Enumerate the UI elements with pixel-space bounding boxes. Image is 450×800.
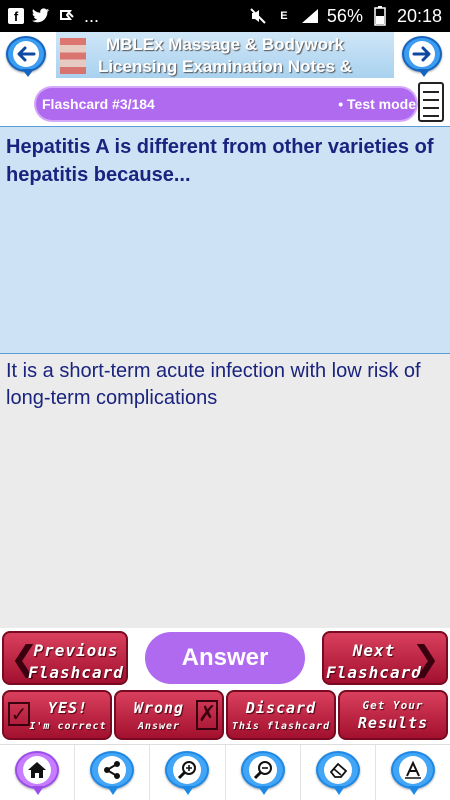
card-info-bar: Flashcard #3/184 • Test mode (0, 78, 450, 126)
previous-sublabel: Flashcard (28, 663, 124, 682)
forward-button[interactable] (402, 36, 442, 78)
previous-flashcard-button[interactable]: ❮ Previous Flashcard (2, 631, 128, 685)
toolbar-zoom-out[interactable] (226, 745, 301, 800)
arrow-right-icon (409, 41, 435, 67)
twitter-icon (32, 7, 50, 25)
share-icon (98, 756, 127, 784)
results-label: Results (357, 714, 429, 732)
get-results-button[interactable]: Get Your Results (338, 690, 448, 740)
notification-icon (58, 7, 76, 25)
toolbar-zoom-in[interactable] (150, 745, 226, 800)
results-prelabel: Get Your (362, 699, 424, 712)
arrow-left-icon (13, 41, 39, 67)
previous-label: Previous (33, 641, 119, 660)
navigation-row: ❮ Previous Flashcard Answer Next Flashca… (0, 628, 450, 688)
discard-flashcard-button[interactable]: Discard This flashcard (226, 690, 336, 740)
zoom-out-icon (248, 756, 277, 784)
ad-banner[interactable]: MBLEx Massage & Bodywork Licensing Exami… (56, 32, 394, 78)
wrong-answer-button[interactable]: Wrong Answer ✗ (114, 690, 224, 740)
status-overflow: ... (84, 5, 100, 26)
banner-title-line2: Licensing Examination Notes & (97, 57, 353, 76)
battery-percent: 56% (326, 5, 363, 26)
app-header: MBLEx Massage & Bodywork Licensing Exami… (0, 32, 450, 78)
yes-correct-button[interactable]: ✓ YES! I'm correct (2, 690, 112, 740)
banner-title-line1: MBLEx Massage & Bodywork (105, 35, 345, 54)
eraser-icon (323, 756, 352, 784)
answer-panel: It is a short-term acute infection with … (0, 354, 450, 628)
back-button[interactable] (6, 36, 46, 78)
yes-label: YES! (47, 699, 89, 717)
signal-icon (301, 7, 319, 25)
status-bar: f ... E 56% 20:18 (0, 0, 450, 32)
home-icon (23, 756, 52, 784)
status-right: E 56% 20:18 (249, 6, 442, 27)
font-icon (398, 756, 427, 784)
next-flashcard-button[interactable]: Next Flashcard ❯ (322, 631, 448, 685)
chevron-right-icon: ❯ (411, 639, 441, 679)
clock: 20:18 (396, 5, 442, 26)
x-mark-icon: ✗ (196, 700, 218, 730)
flashcard-counter-pill: Flashcard #3/184 • Test mode (36, 88, 416, 120)
question-panel: Hepatitis A is different from other vari… (0, 126, 450, 354)
flashcard-counter: Flashcard #3/184 (42, 96, 155, 112)
test-mode-label: • Test mode (338, 96, 416, 112)
status-left: f ... (8, 6, 99, 27)
bottom-toolbar (0, 744, 450, 800)
zoom-in-icon (173, 756, 202, 784)
yes-sublabel: I'm correct (29, 721, 107, 732)
mute-icon (249, 7, 267, 25)
action-row: ✓ YES! I'm correct Wrong Answer ✗ Discar… (0, 688, 450, 744)
discard-label: Discard (245, 699, 317, 717)
answer-button[interactable]: Answer (145, 632, 305, 684)
battery-icon (371, 6, 389, 26)
toolbar-share[interactable] (75, 745, 151, 800)
network-e-icon: E (280, 10, 288, 22)
discard-sublabel: This flashcard (231, 721, 331, 732)
checklist-icon[interactable] (418, 82, 444, 122)
toolbar-home[interactable] (0, 745, 76, 800)
toolbar-eraser[interactable] (301, 745, 376, 800)
toolbar-font[interactable] (376, 745, 450, 800)
answer-text: It is a short-term acute infection with … (6, 360, 421, 409)
facebook-icon: f (8, 8, 24, 24)
question-text: Hepatitis A is different from other vari… (6, 136, 434, 186)
